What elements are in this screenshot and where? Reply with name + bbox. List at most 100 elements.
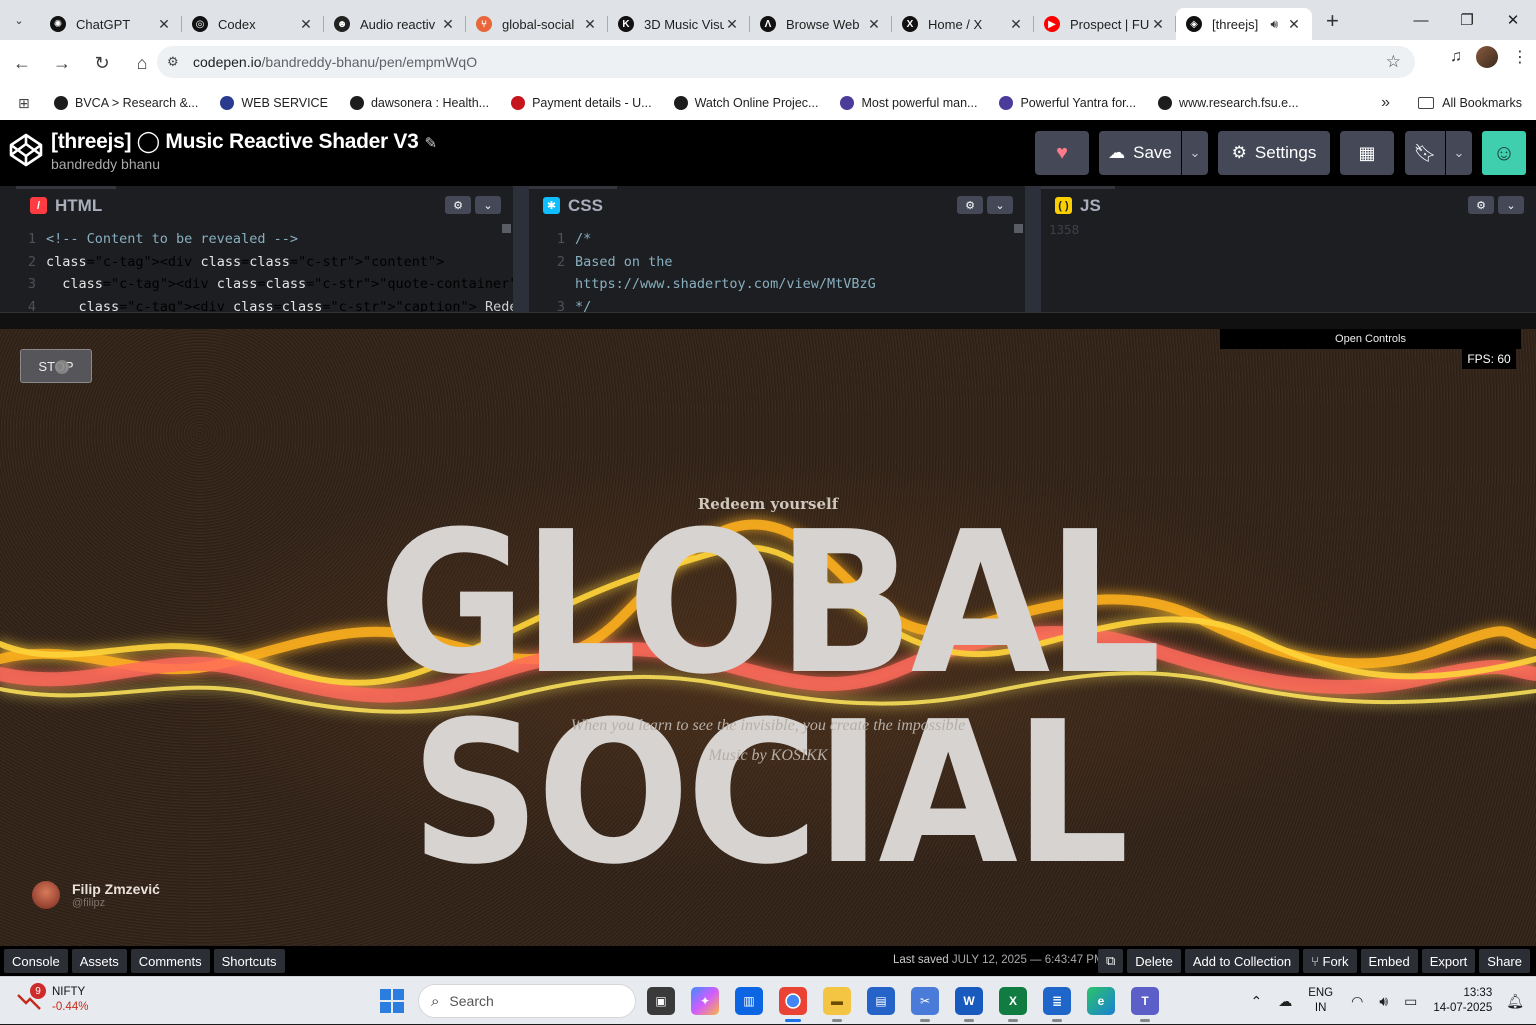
delete-button[interactable]: Delete xyxy=(1127,949,1181,973)
stop-button[interactable]: STOP xyxy=(20,349,92,383)
browser-tab[interactable]: ◎ Codex ✕ xyxy=(182,8,324,40)
pen-author[interactable]: bandreddy bhanu xyxy=(51,156,160,172)
browser-tab[interactable]: ▶ Prospect | FU ✕ xyxy=(1034,8,1176,40)
browser-tab[interactable]: ☻ Audio reactiv ✕ xyxy=(324,8,466,40)
file-explorer-icon[interactable]: ▬ xyxy=(823,987,851,1022)
bookmark-item[interactable]: Payment details - U... xyxy=(511,96,652,110)
editor-scroll-thumb[interactable] xyxy=(1014,224,1023,233)
editor-collapse-chevron-icon[interactable]: ⌄ xyxy=(475,196,501,214)
site-info-icon[interactable]: ⚙ xyxy=(167,54,185,70)
taskbar-search[interactable]: ⌕ Search xyxy=(418,984,636,1018)
css-editor[interactable]: ✱ CSS ⚙ ⌄ 1 /* 2 Based on the https://www.sh… xyxy=(529,186,1041,312)
word-icon[interactable]: W xyxy=(955,987,983,1022)
browser-tab[interactable]: Λ Browse Web ✕ xyxy=(750,8,892,40)
close-window-icon[interactable]: ✕ xyxy=(1490,0,1536,40)
add-to-collection-button[interactable]: Add to Collection xyxy=(1184,949,1300,973)
footer-assets-button[interactable]: Assets xyxy=(71,949,127,973)
pin-dropdown-button[interactable]: ⌄ xyxy=(1446,131,1472,175)
settings-button[interactable]: ⚙ Settings xyxy=(1218,131,1330,175)
footer-shortcuts-button[interactable]: Shortcuts xyxy=(213,949,285,973)
editor-collapse-chevron-icon[interactable]: ⌄ xyxy=(1498,196,1524,214)
restore-icon[interactable]: ❐ xyxy=(1444,0,1490,40)
forward-icon[interactable]: → xyxy=(44,45,80,81)
editor-scroll-thumb[interactable] xyxy=(502,224,511,233)
tab-html[interactable]: / HTML xyxy=(16,186,117,222)
close-tab-icon[interactable]: ✕ xyxy=(724,16,740,33)
browser-tab[interactable]: X Home / X ✕ xyxy=(892,8,1034,40)
input-language[interactable]: ENG IN xyxy=(1308,986,1333,1016)
bookmark-item[interactable]: www.research.fsu.e... xyxy=(1158,96,1299,110)
browser-tab[interactable]: ✺ ChatGPT ✕ xyxy=(40,8,182,40)
tab-search-button[interactable]: ⌄ xyxy=(6,7,32,33)
onedrive-cloud-icon[interactable]: ☁ xyxy=(1278,993,1292,1010)
user-avatar[interactable]: ☺ xyxy=(1482,131,1526,175)
love-button[interactable]: ♥ xyxy=(1035,131,1089,175)
more-bookmarks-icon[interactable]: » xyxy=(1381,94,1390,112)
fork-button[interactable]: ⑂ Fork xyxy=(1303,949,1357,973)
editor-resize-handle[interactable] xyxy=(0,312,1536,329)
wifi-icon[interactable]: ◠ xyxy=(1351,993,1363,1010)
bookmark-item[interactable]: Powerful Yantra for... xyxy=(999,96,1136,110)
editor-collapse-chevron-icon[interactable]: ⌄ xyxy=(987,196,1013,214)
css-code[interactable]: 1 /* 2 Based on the https://www.shadertoy.co… xyxy=(529,222,1025,312)
copilot-icon[interactable]: ✦ xyxy=(691,987,719,1015)
minimize-icon[interactable]: — xyxy=(1398,0,1444,40)
snipping-tool-icon[interactable]: ✂ xyxy=(911,987,939,1022)
html-code[interactable]: 1 <!-- Content to be revealed --> 2 class="… xyxy=(0,222,513,312)
tab-audio-icon[interactable]: 🔊︎ xyxy=(1270,17,1278,32)
editor-settings-gear-icon[interactable]: ⚙ xyxy=(445,196,471,214)
apps-grid-icon[interactable]: ⊞ xyxy=(18,95,34,111)
edit-pencil-icon[interactable]: ✎ xyxy=(425,135,438,152)
export-button[interactable]: Export xyxy=(1421,949,1476,973)
browser-tab[interactable]: ◈ [threejs] 🔊︎ ✕ xyxy=(1176,8,1312,40)
all-bookmarks[interactable]: All Bookmarks xyxy=(1418,96,1522,110)
bookmark-item[interactable]: WEB SERVICE xyxy=(220,96,328,110)
browser-tab[interactable]: ⑂ global-social ✕ xyxy=(466,8,608,40)
bookmark-item[interactable]: BVCA > Research &... xyxy=(54,96,198,110)
share-button[interactable]: Share xyxy=(1479,949,1530,973)
new-tab-button[interactable]: + xyxy=(1326,8,1339,34)
reload-icon[interactable]: ↻ xyxy=(84,45,120,81)
open-external-button[interactable]: ⧉ xyxy=(1097,949,1124,973)
back-icon[interactable]: ← xyxy=(4,45,40,81)
close-tab-icon[interactable]: ✕ xyxy=(298,16,314,33)
stock-widget[interactable]: 9 NIFTY -0.44% xyxy=(16,983,88,1015)
embed-button[interactable]: Embed xyxy=(1360,949,1418,973)
notepad-icon[interactable]: ≣ xyxy=(1043,987,1071,1022)
close-tab-icon[interactable]: ✕ xyxy=(1286,16,1302,33)
teams-icon[interactable]: T xyxy=(1131,987,1159,1022)
save-dropdown-button[interactable]: ⌄ xyxy=(1182,131,1208,175)
browser-tab[interactable]: K 3D Music Visu ✕ xyxy=(608,8,750,40)
profile-avatar[interactable] xyxy=(1476,46,1498,68)
close-tab-icon[interactable]: ✕ xyxy=(582,16,598,33)
pen-title[interactable]: [threejs] ◯ Music Reactive Shader V3 ✎ xyxy=(51,129,437,154)
trello-icon[interactable]: ▥ xyxy=(735,987,763,1015)
result-preview[interactable]: STOP Open Controls FPS: 60 Redeem yourse… xyxy=(0,329,1536,946)
change-view-button[interactable]: ▦ xyxy=(1340,131,1394,175)
editor-settings-gear-icon[interactable]: ⚙ xyxy=(1468,196,1494,214)
bookmark-item[interactable]: Watch Online Projec... xyxy=(673,96,818,110)
clock[interactable]: 13:33 14-07-2025 xyxy=(1433,986,1492,1016)
js-editor[interactable]: ( ) JS ⚙ ⌄ 1358 xyxy=(1041,186,1536,312)
codepen-logo-icon[interactable] xyxy=(8,132,44,168)
battery-icon[interactable]: ▭ xyxy=(1404,993,1417,1010)
close-tab-icon[interactable]: ✕ xyxy=(440,16,456,33)
close-tab-icon[interactable]: ✕ xyxy=(156,16,172,33)
close-tab-icon[interactable]: ✕ xyxy=(1008,16,1024,33)
notifications-bell-icon[interactable]: 🔔︎ xyxy=(1506,993,1524,1010)
tab-js[interactable]: ( ) JS xyxy=(1041,186,1115,222)
footer-console-button[interactable]: Console xyxy=(4,949,68,973)
tab-css[interactable]: ✱ CSS xyxy=(529,186,617,222)
home-icon[interactable]: ⌂ xyxy=(124,45,160,81)
task-view-icon[interactable]: ▣ xyxy=(647,987,675,1015)
close-tab-icon[interactable]: ✕ xyxy=(866,16,882,33)
bookmark-star-icon[interactable]: ☆ xyxy=(1386,52,1401,72)
media-control-icon[interactable]: ♫ xyxy=(1450,48,1462,66)
store-icon[interactable]: ▤ xyxy=(867,987,895,1015)
address-bar[interactable]: ⚙ codepen.io/bandreddy-bhanu/pen/empmWqO… xyxy=(157,46,1415,78)
edge-icon[interactable]: e xyxy=(1087,987,1115,1015)
author-credit[interactable]: Filip Zmzević @filipz xyxy=(32,881,160,909)
menu-icon[interactable]: ⋮ xyxy=(1512,47,1528,67)
chrome-icon[interactable] xyxy=(779,987,807,1022)
pin-button[interactable]: 🔖︎ xyxy=(1405,131,1445,175)
